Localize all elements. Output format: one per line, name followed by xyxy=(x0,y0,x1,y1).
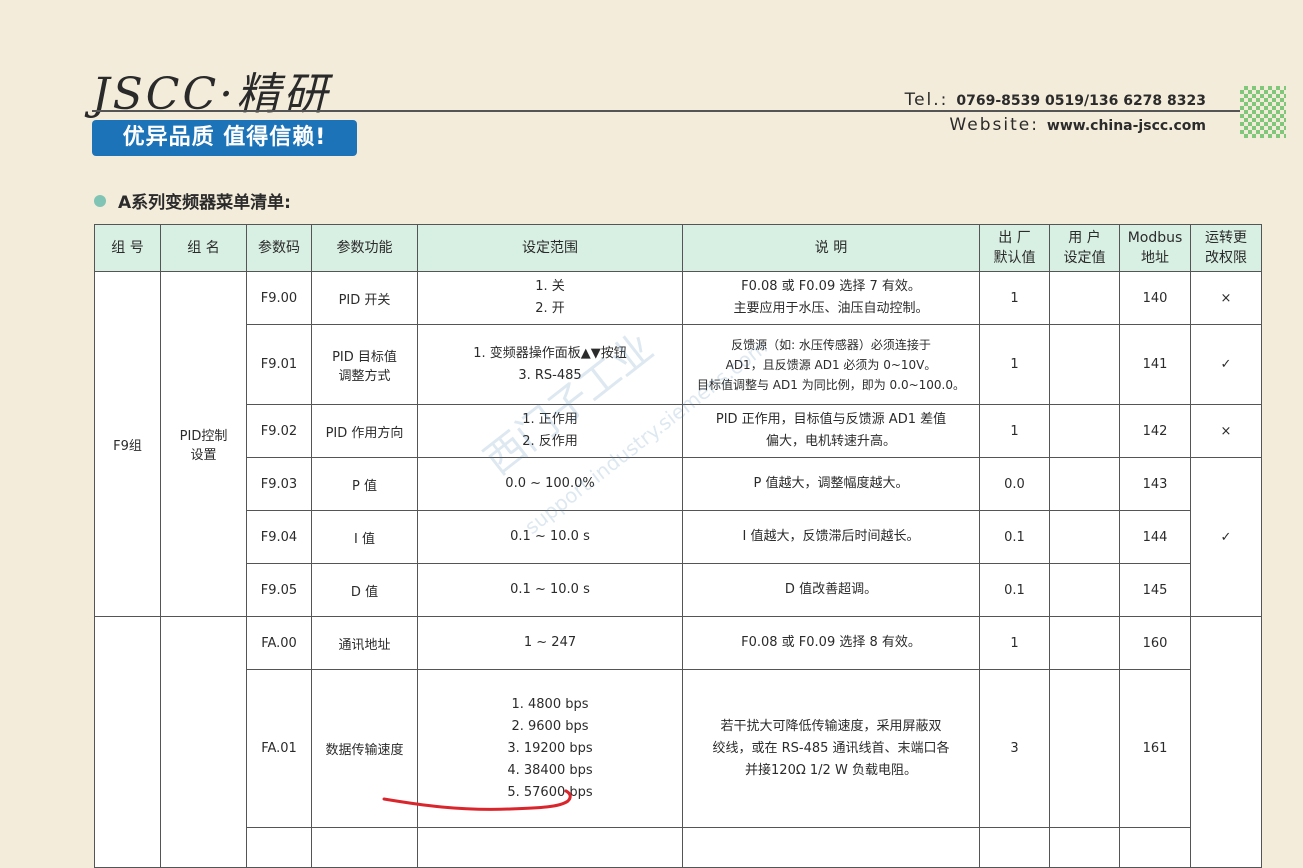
param-description: F0.08 或 F0.09 选择 8 有效。 xyxy=(682,616,980,670)
table-row: F9.03 P 值 0.0 ~ 100.0% P 值越大，调整幅度越大。 0.0… xyxy=(95,457,1262,617)
param-code: F9.04 xyxy=(246,510,312,564)
param-description: D 值改善超调。 xyxy=(682,563,980,617)
parameter-table: 组 号 组 名 参数码 参数功能 设定范围 说 明 出 厂 默认值 用 户 设定… xyxy=(94,224,1262,868)
param-user-value xyxy=(1049,616,1120,670)
contact-info: Tel.: 0769-8539 0519/136 6278 8323 Websit… xyxy=(905,88,1206,138)
col-header: Modbus 地址 xyxy=(1119,224,1191,272)
param-function: D 值 xyxy=(311,563,418,617)
param-user-value xyxy=(1049,271,1120,325)
table-header-row: 组 号 组 名 参数码 参数功能 设定范围 说 明 出 厂 默认值 用 户 设定… xyxy=(94,224,1262,272)
col-header: 说 明 xyxy=(682,224,980,272)
red-underline-annotation xyxy=(382,789,572,811)
param-permission: ✓ xyxy=(1190,324,1262,405)
col-header: 运转更 改权限 xyxy=(1190,224,1262,272)
param-permission: ✓ xyxy=(1190,457,1262,617)
col-header: 设定范围 xyxy=(417,224,683,272)
param-permission xyxy=(1190,616,1262,868)
param-modbus: 143 xyxy=(1119,457,1191,511)
slogan-banner: 优异品质 值得信赖! xyxy=(92,120,357,156)
section-title: A系列变频器菜单清单: xyxy=(94,188,291,213)
table-row: FA.00 通讯地址 1 ~ 247 F0.08 或 F0.09 选择 8 有效… xyxy=(94,616,1262,868)
param-user-value xyxy=(1049,324,1120,405)
param-range: 0.1 ~ 10.0 s xyxy=(417,563,683,617)
col-header: 参数功能 xyxy=(311,224,418,272)
table-row: F9.04 I 值 0.1 ~ 10.0 s I 值越大，反馈滞后时间越长。 0… xyxy=(95,510,1262,564)
param-default: 0.0 xyxy=(979,457,1050,511)
param-user-value xyxy=(1049,563,1120,617)
param-description: I 值越大，反馈滞后时间越长。 xyxy=(682,510,980,564)
param-permission: × xyxy=(1190,404,1262,458)
param-user-value xyxy=(1049,404,1120,458)
param-code: F9.01 xyxy=(246,324,312,405)
param-modbus: 140 xyxy=(1119,271,1191,325)
param-default: 1 xyxy=(979,404,1050,458)
param-default: 1 xyxy=(979,271,1050,325)
param-permission: × xyxy=(1190,271,1262,325)
param-user-value xyxy=(1049,669,1120,828)
web-label: Website: xyxy=(949,115,1039,135)
param-range: 1. 关 2. 开 xyxy=(417,271,683,325)
param-function: 通讯地址 xyxy=(311,616,418,670)
param-range: 1 ~ 247 xyxy=(417,616,683,670)
param-description: PID 正作用，目标值与反馈源 AD1 差值 偏大，电机转速升高。 xyxy=(682,404,980,458)
param-function: I 值 xyxy=(311,510,418,564)
website-url: www.china-jscc.com xyxy=(1046,118,1206,134)
col-header: 出 厂 默认值 xyxy=(979,224,1050,272)
group-name: PID控制 设置 xyxy=(160,271,247,617)
param-modbus: 161 xyxy=(1119,669,1191,828)
param-function: P 值 xyxy=(311,457,418,511)
param-modbus: 160 xyxy=(1119,616,1191,670)
param-default: 1 xyxy=(979,616,1050,670)
param-code: F9.03 xyxy=(246,457,312,511)
param-description: 若干扰大可降低传输速度，采用屏蔽双 绞线，或在 RS-485 通讯线首、末端口各… xyxy=(682,669,980,828)
tel-number: 0769-8539 0519/136 6278 8323 xyxy=(956,93,1206,109)
param-default: 1 xyxy=(979,324,1050,405)
param-code: F9.00 xyxy=(246,271,312,325)
tel-label: Tel.: xyxy=(904,90,949,110)
param-user-value xyxy=(1049,510,1120,564)
param-code: FA.01 xyxy=(246,669,312,828)
col-header: 参数码 xyxy=(246,224,312,272)
logo: JSCC·精研 xyxy=(92,69,331,120)
table-row: F9.01 PID 目标值 调整方式 1. 变频器操作面板▲▼按钮 3. RS-… xyxy=(95,324,1262,405)
param-code: F9.05 xyxy=(246,563,312,617)
bullet-icon xyxy=(94,195,106,207)
col-header: 组 名 xyxy=(160,224,247,272)
col-header: 用 户 设定值 xyxy=(1049,224,1120,272)
param-default: 3 xyxy=(979,669,1050,828)
param-code: FA.00 xyxy=(246,616,312,670)
param-default: 0.1 xyxy=(979,510,1050,564)
param-modbus: 144 xyxy=(1119,510,1191,564)
param-default: 0.1 xyxy=(979,563,1050,617)
table-row: F9组 PID控制 设置 F9.00 PID 开关 1. 关 2. 开 F0.0… xyxy=(94,271,1262,617)
table-row: FA.01 数据传输速度 1. 4800 bps 2. 9600 bps 3. … xyxy=(95,669,1262,828)
param-modbus: 145 xyxy=(1119,563,1191,617)
group-name xyxy=(160,616,247,868)
col-header: 组 号 xyxy=(94,224,161,272)
param-function: PID 作用方向 xyxy=(311,404,418,458)
param-description: F0.08 或 F0.09 选择 7 有效。 主要应用于水压、油压自动控制。 xyxy=(682,271,980,325)
param-description: P 值越大，调整幅度越大。 xyxy=(682,457,980,511)
param-modbus: 141 xyxy=(1119,324,1191,405)
checker-pattern-icon xyxy=(1240,86,1286,138)
group-id xyxy=(94,616,161,868)
param-function: PID 开关 xyxy=(311,271,418,325)
group-id: F9组 xyxy=(94,271,161,617)
param-modbus: 142 xyxy=(1119,404,1191,458)
table-row: F9.05 D 值 0.1 ~ 10.0 s D 值改善超调。 0.1 145 xyxy=(95,563,1262,617)
param-user-value xyxy=(1049,457,1120,511)
param-code: F9.02 xyxy=(246,404,312,458)
param-function: PID 目标值 调整方式 xyxy=(311,324,418,405)
